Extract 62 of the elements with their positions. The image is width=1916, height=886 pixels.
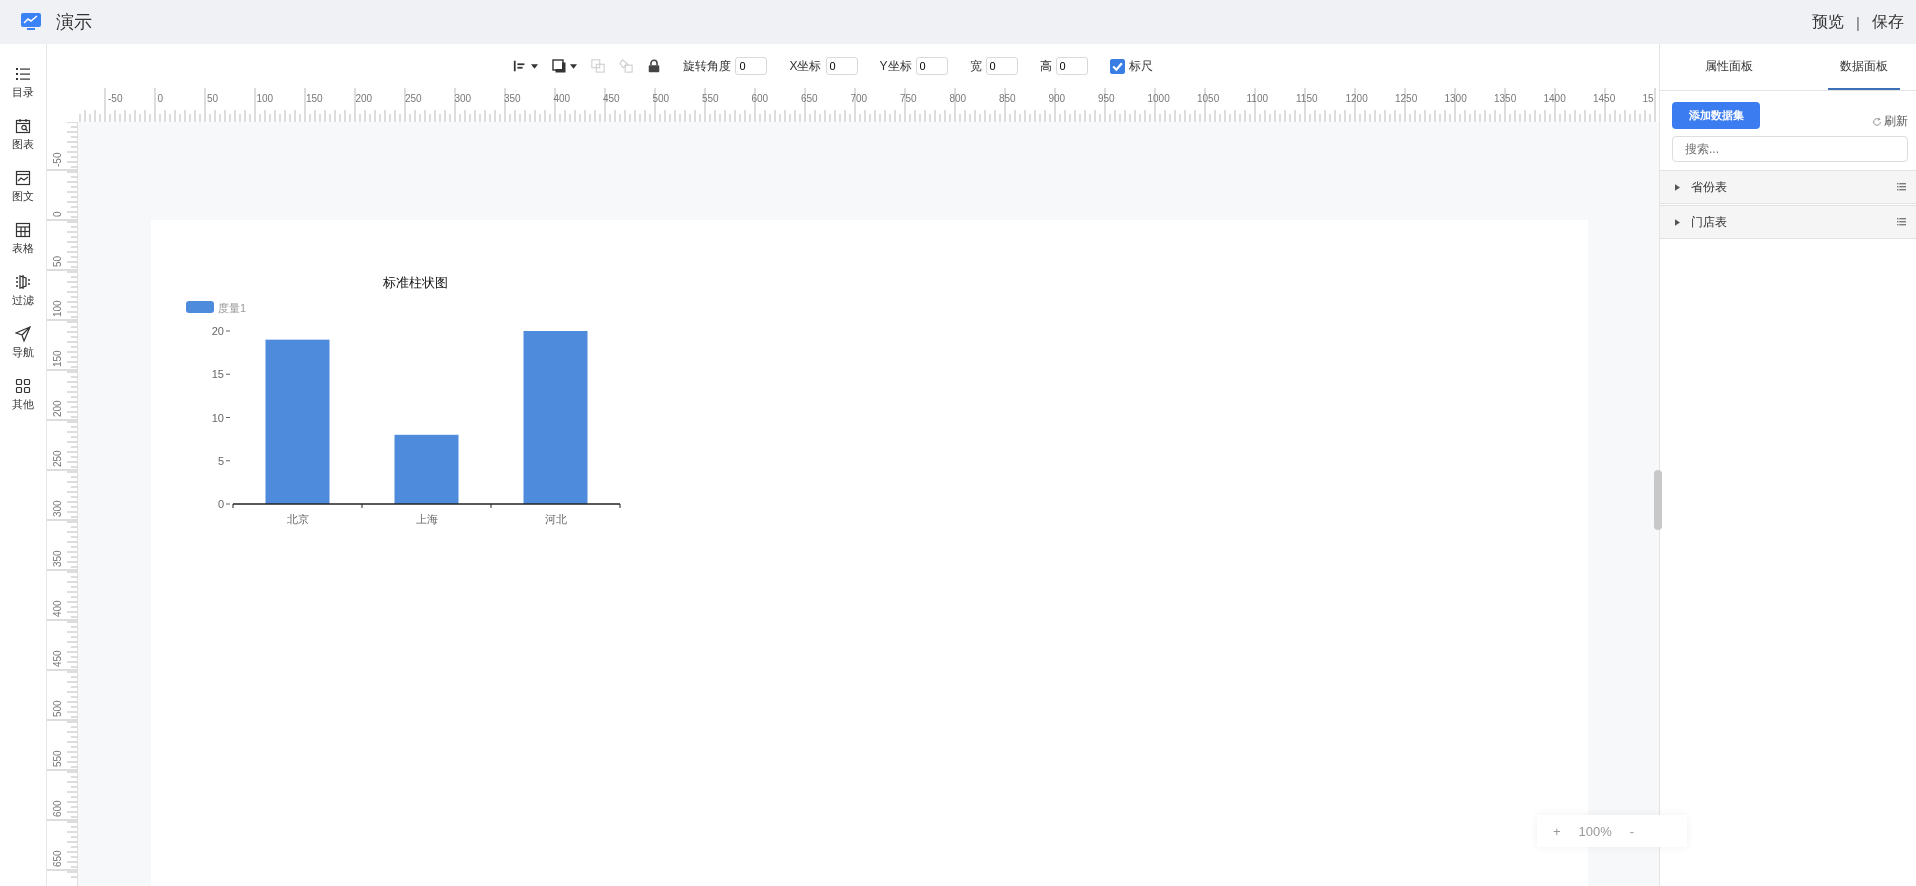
align-dropdown[interactable]	[513, 59, 539, 73]
zoom-level: 100%	[1578, 823, 1612, 839]
field-label: 旋转角度	[683, 57, 732, 75]
panel-tab[interactable]: 数据面板	[1828, 44, 1900, 90]
axis-label: 15	[211, 368, 224, 381]
caret-icon	[531, 63, 539, 69]
image-text-icon	[15, 170, 31, 186]
sidebar-item[interactable]: 表格	[12, 222, 34, 256]
legend-label: 度量1	[218, 301, 247, 314]
save-link[interactable]: 保存	[1872, 11, 1904, 33]
sidebar-item[interactable]: 图表	[12, 118, 34, 152]
refresh-icon	[1872, 116, 1882, 127]
axis-label: 北京	[286, 513, 309, 525]
add-dataset-button[interactable]: 添加数据集	[1672, 102, 1760, 129]
grid-icon	[15, 378, 31, 394]
input-field[interactable]: 0	[1055, 57, 1088, 75]
sidebar-item[interactable]: 过滤	[12, 274, 34, 308]
vertical-ruler: -50 0 50 100 150 200 250 300 350 400 450 500 550 600 650	[47, 122, 78, 886]
sidebar-item[interactable]: 图文	[12, 170, 34, 204]
list-icon	[15, 66, 31, 82]
list-icon[interactable]	[1897, 218, 1906, 226]
chart-title: 标准柱状图	[382, 275, 448, 290]
axis-label: 5	[217, 454, 224, 467]
axis-label: 10	[211, 411, 224, 424]
input-field[interactable]: 0	[825, 57, 858, 75]
field-label: Y坐标	[879, 57, 912, 75]
field-label: 宽	[969, 57, 982, 75]
field-label: 高	[1039, 57, 1052, 75]
dataset-item[interactable]: 省份表	[1660, 170, 1916, 204]
input-field[interactable]: 0	[985, 57, 1018, 75]
lock-icon[interactable]	[647, 59, 662, 73]
refresh-button[interactable]: 刷新	[1872, 113, 1908, 130]
logo-icon	[20, 12, 42, 32]
axis-label: 0	[217, 498, 224, 510]
checkbox-label[interactable]: 标尺	[1128, 57, 1153, 75]
horizontal-ruler: -50 0 50 100 150 200 250 300 350 400 450 500 550 600 650 700 750 800 850 900 950 1000 1050 1100 1150 1200 1250 1300 1350 1400 1450 15	[77, 88, 1659, 123]
layer-dropdown[interactable]	[552, 59, 578, 73]
calendar-search-icon	[15, 118, 31, 134]
axis-label: 上海	[415, 513, 438, 525]
bar	[394, 434, 459, 504]
input-field[interactable]: 0	[735, 57, 768, 75]
panel-tab[interactable]: 属性面板	[1660, 44, 1818, 90]
dataset-item[interactable]: 门店表	[1660, 205, 1916, 239]
separator: |	[1856, 13, 1860, 31]
axis-label: 20	[211, 325, 224, 337]
list-icon[interactable]	[1897, 183, 1906, 191]
table-icon	[15, 222, 31, 238]
axis-label: 河北	[544, 513, 567, 525]
caret-icon	[570, 63, 578, 69]
input-field[interactable]: 0	[915, 57, 948, 75]
app-title: 演示	[56, 11, 92, 34]
filter-icon	[15, 274, 31, 290]
checkbox[interactable]	[1109, 58, 1125, 74]
search-field[interactable]: 搜索...	[1672, 136, 1908, 162]
field-label: X坐标	[789, 57, 822, 75]
send-icon	[15, 326, 31, 342]
scrollbar-thumb[interactable]	[1654, 470, 1662, 530]
legend-swatch	[186, 301, 214, 313]
sidebar-item[interactable]: 导航	[12, 326, 34, 360]
sidebar-item[interactable]: 其他	[12, 378, 34, 412]
sidebar-item[interactable]: 目录	[12, 66, 34, 100]
preview-link[interactable]: 预览	[1812, 11, 1845, 33]
